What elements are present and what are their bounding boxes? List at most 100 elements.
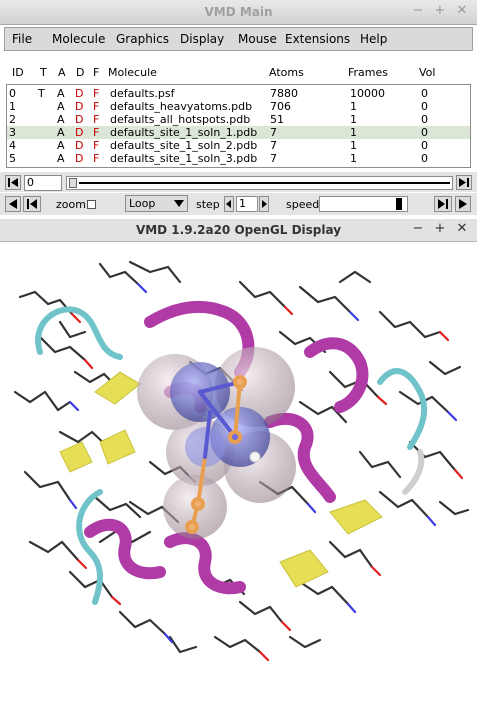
playback-control-bar: zoom Loop step 1 speed (0, 193, 477, 215)
row-active-flag[interactable]: A (57, 87, 65, 100)
row-drawn-flag[interactable]: D (75, 139, 83, 152)
row-active-flag[interactable]: A (57, 100, 65, 113)
main-window-title: VMD Main (204, 5, 273, 19)
row-active-flag[interactable]: A (57, 139, 65, 152)
row-fixed-flag[interactable]: F (93, 100, 99, 113)
col-t: T (40, 66, 47, 79)
step-forward-icon (438, 199, 448, 209)
row-fixed-flag[interactable]: F (93, 87, 99, 100)
speed-slider-handle[interactable] (396, 198, 402, 210)
speed-label: speed (286, 198, 320, 211)
molecule-list[interactable]: 0 T A D F defaults.psf 7880 10000 0 1 A … (6, 84, 471, 168)
menu-molecule[interactable]: Molecule (52, 32, 105, 46)
gl-minimize-icon[interactable]: − (410, 221, 426, 237)
menu-help[interactable]: Help (360, 32, 387, 46)
row-drawn-flag[interactable]: D (75, 126, 83, 139)
play-reverse-button[interactable] (5, 196, 21, 212)
col-a: A (58, 66, 66, 79)
close-icon[interactable]: ✕ (454, 3, 470, 19)
row-vol: 0 (421, 152, 428, 165)
row-molecule-name: defaults_site_1_soln_3.pdb (110, 152, 258, 165)
row-atoms: 706 (270, 100, 291, 113)
col-vol: Vol (419, 66, 436, 79)
menu-extensions[interactable]: Extensions (285, 32, 350, 46)
col-d: D (76, 66, 85, 79)
row-frames: 10000 (350, 87, 385, 100)
row-atoms: 51 (270, 113, 284, 126)
frame-slider-track (79, 182, 450, 184)
row-drawn-flag[interactable]: D (75, 100, 83, 113)
row-id: 2 (9, 113, 16, 126)
loop-mode-select[interactable]: Loop (125, 195, 188, 212)
zoom-label: zoom (56, 198, 86, 211)
step-decrease-button[interactable] (224, 196, 234, 212)
zoom-checkbox[interactable] (87, 200, 96, 209)
row-fixed-flag[interactable]: F (93, 113, 99, 126)
play-icon (459, 199, 467, 209)
row-id: 1 (9, 100, 16, 113)
table-row[interactable]: 2 A D F defaults_all_hotspots.pdb 51 1 0 (7, 113, 470, 126)
play-reverse-icon (9, 199, 17, 209)
table-row[interactable]: 1 A D F defaults_heavyatoms.pdb 706 1 0 (7, 100, 470, 113)
go-to-start-button[interactable] (5, 175, 21, 190)
step-input[interactable]: 1 (236, 196, 258, 212)
step-back-icon (27, 199, 37, 209)
minimize-icon[interactable]: − (410, 3, 426, 19)
table-row[interactable]: 0 T A D F defaults.psf 7880 10000 0 (7, 87, 470, 100)
frame-slider-handle[interactable] (69, 178, 77, 188)
row-active-flag[interactable]: A (57, 152, 65, 165)
skip-start-icon (8, 178, 18, 187)
table-row-selected[interactable]: 3 A D F defaults_site_1_soln_1.pdb 7 1 0 (7, 126, 470, 139)
row-molecule-name: defaults_all_hotspots.pdb (110, 113, 251, 126)
speed-slider[interactable] (319, 196, 408, 212)
main-window-titlebar[interactable]: VMD Main − + ✕ (0, 0, 477, 25)
opengl-display-canvas[interactable] (0, 242, 477, 700)
col-frames: Frames (348, 66, 389, 79)
molecule-list-header: ID T A D F Molecule Atoms Frames Vol (0, 66, 477, 82)
step-increase-button[interactable] (259, 196, 269, 212)
hotspot-spheres (137, 347, 296, 539)
row-frames: 1 (350, 113, 357, 126)
row-top-flag[interactable]: T (38, 87, 45, 100)
row-fixed-flag[interactable]: F (93, 126, 99, 139)
frame-slider[interactable] (66, 176, 453, 190)
row-active-flag[interactable]: A (57, 113, 65, 126)
menu-display[interactable]: Display (180, 32, 224, 46)
menu-file[interactable]: File (12, 32, 32, 46)
row-drawn-flag[interactable]: D (75, 87, 83, 100)
row-fixed-flag[interactable]: F (93, 139, 99, 152)
row-molecule-name: defaults.psf (110, 87, 175, 100)
maximize-icon[interactable]: + (432, 3, 448, 19)
row-atoms: 7880 (270, 87, 298, 100)
gl-close-icon[interactable]: ✕ (454, 221, 470, 237)
row-frames: 1 (350, 126, 357, 139)
row-drawn-flag[interactable]: D (75, 152, 83, 165)
gl-window-title: VMD 1.9.2a20 OpenGL Display (135, 223, 342, 237)
frame-input[interactable]: 0 (24, 175, 62, 191)
row-frames: 1 (350, 100, 357, 113)
row-vol: 0 (421, 139, 428, 152)
row-molecule-name: defaults_site_1_soln_2.pdb (110, 139, 258, 152)
row-frames: 1 (350, 139, 357, 152)
row-id: 4 (9, 139, 16, 152)
skip-end-icon (459, 178, 469, 187)
step-back-button[interactable] (23, 196, 41, 212)
table-row[interactable]: 5 A D F defaults_site_1_soln_3.pdb 7 1 0 (7, 152, 470, 165)
gl-maximize-icon[interactable]: + (432, 221, 448, 237)
step-forward-button[interactable] (434, 196, 452, 212)
row-vol: 0 (421, 100, 428, 113)
table-row[interactable]: 4 A D F defaults_site_1_soln_2.pdb 7 1 0 (7, 139, 470, 152)
frame-control-bar: 0 (0, 172, 477, 192)
row-id: 5 (9, 152, 16, 165)
row-drawn-flag[interactable]: D (75, 113, 83, 126)
menu-mouse[interactable]: Mouse (238, 32, 277, 46)
row-fixed-flag[interactable]: F (93, 152, 99, 165)
gl-window-titlebar[interactable]: VMD 1.9.2a20 OpenGL Display − + ✕ (0, 219, 477, 242)
loop-mode-value: Loop (129, 197, 156, 210)
row-active-flag[interactable]: A (57, 126, 65, 139)
play-forward-button[interactable] (455, 196, 471, 212)
row-molecule-name: defaults_site_1_soln_1.pdb (110, 126, 258, 139)
row-molecule-name: defaults_heavyatoms.pdb (110, 100, 253, 113)
menu-graphics[interactable]: Graphics (116, 32, 169, 46)
go-to-end-button[interactable] (456, 175, 472, 190)
